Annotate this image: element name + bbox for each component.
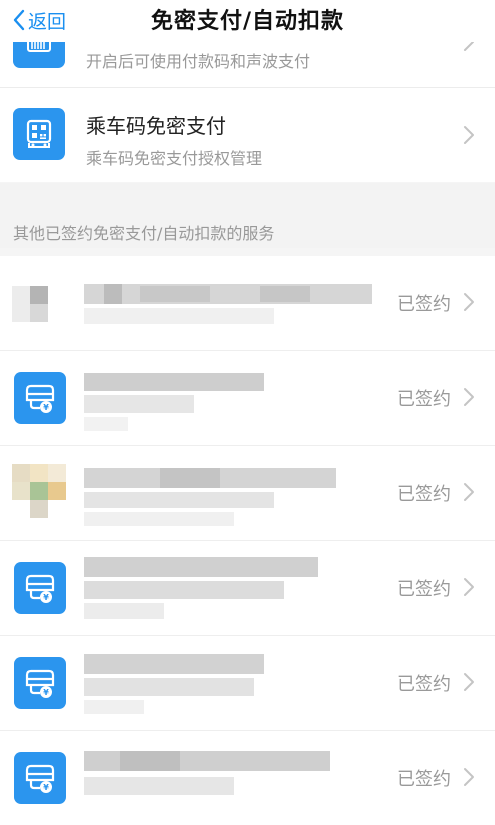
list-item-pay-code[interactable]: 开启后可使用付款码和声波支付 xyxy=(0,42,495,88)
list-item-title: 乘车码免密支付 xyxy=(86,114,226,138)
status-badge: 已签约 xyxy=(397,389,451,410)
status-badge: 已签约 xyxy=(397,769,451,790)
list-item-service[interactable]: ¥ 已签约 xyxy=(0,541,495,636)
wallet-yuan-icon: ¥ xyxy=(14,657,66,709)
section-header: 其他已签约免密支付/自动扣款的服务 xyxy=(0,183,495,248)
nav-bar: 返回 免密支付/自动扣款 xyxy=(0,0,495,42)
chevron-right-icon xyxy=(464,768,474,786)
list-item-service[interactable]: ¥ 已签约 xyxy=(0,731,495,825)
pay-code-icon xyxy=(13,42,65,68)
chevron-right-icon xyxy=(464,42,474,51)
status-badge: 已签约 xyxy=(397,674,451,695)
section-header-label: 其他已签约免密支付/自动扣款的服务 xyxy=(13,224,275,243)
list-item-service[interactable]: ¥ 已签约 xyxy=(0,351,495,446)
chevron-right-icon xyxy=(464,483,474,501)
status-badge: 已签约 xyxy=(397,484,451,505)
wallet-yuan-icon: ¥ xyxy=(14,372,66,424)
blurred-logo-icon xyxy=(12,274,66,328)
blurred-logo-icon xyxy=(12,464,66,518)
chevron-right-icon xyxy=(464,293,474,311)
svg-text:¥: ¥ xyxy=(43,593,49,602)
status-badge: 已签约 xyxy=(397,579,451,600)
signed-services-list: 已签约 ¥ 已签约 已签约 ¥ 已签约 ¥ 已签约 ¥ 已签约 xyxy=(0,256,495,825)
wallet-yuan-icon: ¥ xyxy=(14,562,66,614)
chevron-right-icon xyxy=(464,388,474,406)
chevron-right-icon xyxy=(464,578,474,596)
svg-text:¥: ¥ xyxy=(43,403,49,412)
bus-code-icon xyxy=(13,108,65,160)
list-item-subtitle: 乘车码免密支付授权管理 xyxy=(86,149,263,168)
list-item-service[interactable]: 已签约 xyxy=(0,256,495,351)
list-item-bus-code[interactable]: 乘车码免密支付 乘车码免密支付授权管理 xyxy=(0,88,495,182)
chevron-right-icon xyxy=(464,673,474,691)
svg-text:¥: ¥ xyxy=(43,688,49,697)
chevron-right-icon xyxy=(464,126,474,144)
status-badge: 已签约 xyxy=(397,294,451,315)
list-item-subtitle: 开启后可使用付款码和声波支付 xyxy=(86,52,311,71)
list-item-service[interactable]: 已签约 xyxy=(0,446,495,541)
wallet-yuan-icon: ¥ xyxy=(14,752,66,804)
svg-text:¥: ¥ xyxy=(43,783,49,792)
list-item-service[interactable]: ¥ 已签约 xyxy=(0,636,495,731)
page-title: 免密支付/自动扣款 xyxy=(150,9,345,34)
payment-settings-group: 开启后可使用付款码和声波支付 乘车码免密支付 乘车码免密支付授权管理 xyxy=(0,42,495,182)
